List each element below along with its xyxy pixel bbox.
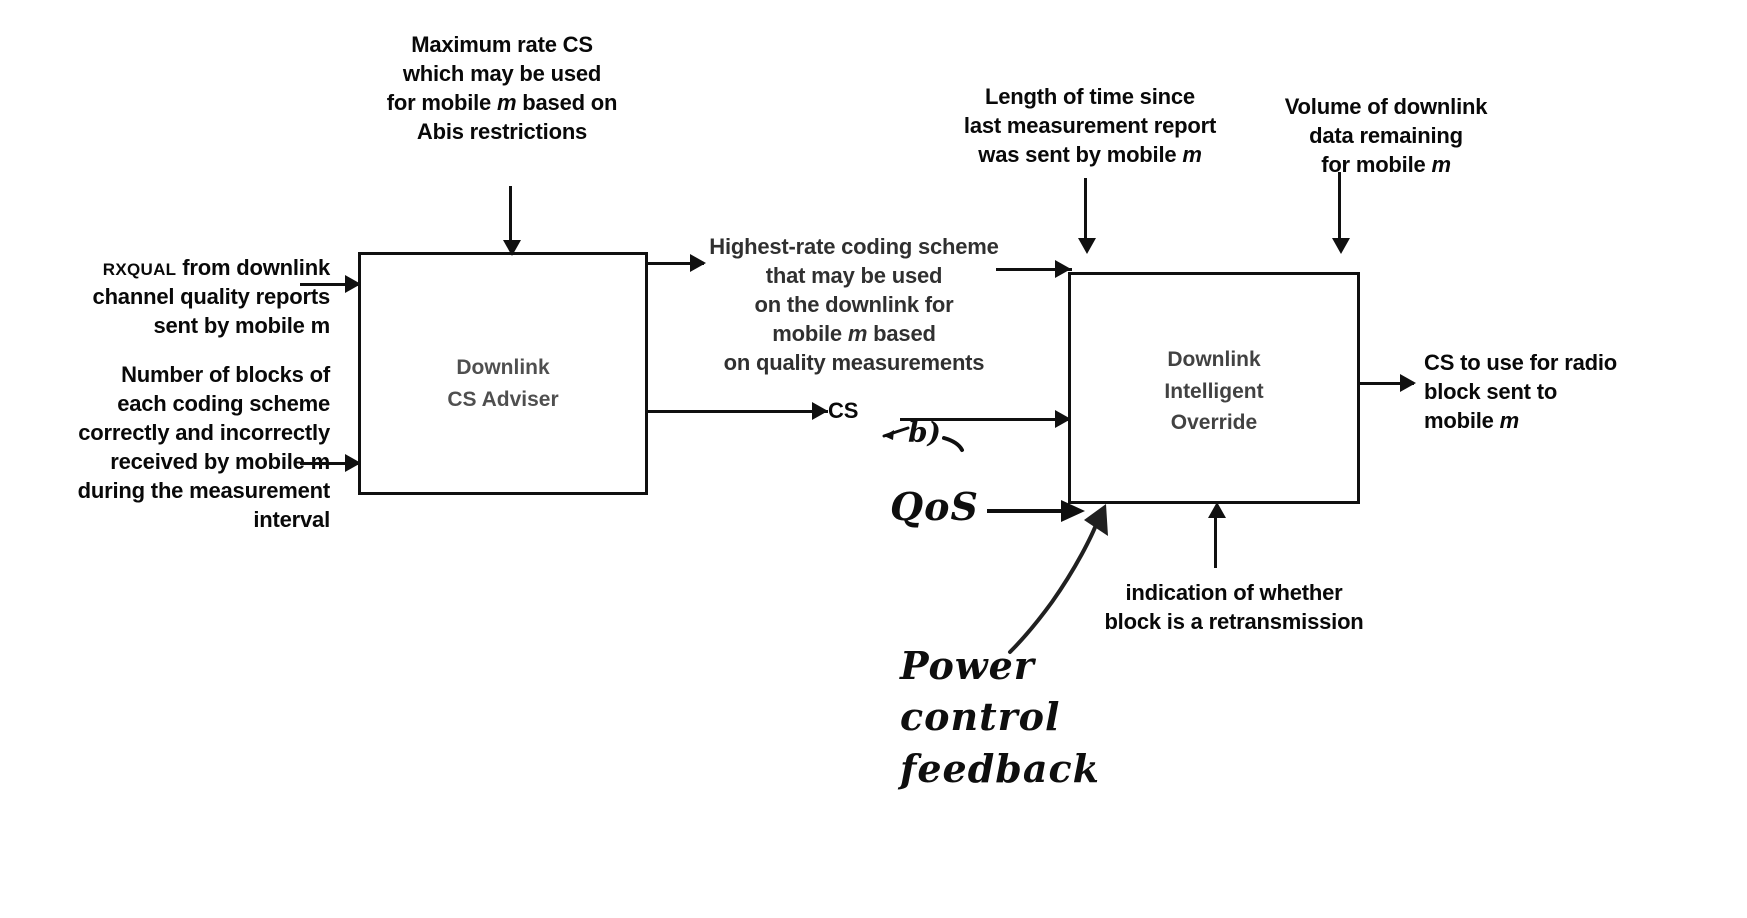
- svg-text:b): b): [908, 416, 941, 449]
- output-label-cs-to-use: CS to use for radio block sent to mobile…: [1424, 350, 1617, 434]
- input-label-time-since-last-report: Length of time since last measurement re…: [963, 84, 1217, 168]
- connector-data-remaining-down: [1338, 172, 1341, 240]
- input-label-rxqual: RXQUAL from downlink channel quality rep…: [20, 253, 331, 340]
- arrow-cs-out-right: [812, 402, 828, 420]
- connector-abis-to-cs-adviser: [509, 186, 512, 244]
- arrow-retransmission-up: [1208, 502, 1226, 518]
- arrow-time-since-report-down: [1078, 238, 1096, 254]
- box-downlink-cs-adviser-label: Downlink CS Adviser: [447, 356, 559, 411]
- block-counts-text: Number of blocks of each coding scheme c…: [77, 362, 331, 533]
- flow-label-highest-rate-coding-scheme: Highest-rate coding scheme that may be u…: [709, 234, 999, 376]
- box-downlink-intelligent-override-label: Downlink Intelligent Override: [1164, 348, 1264, 434]
- diagram-canvas: Maximum rate CS which may be used for mo…: [0, 0, 1747, 918]
- rxqual-smallcaps: RXQUAL: [102, 260, 177, 279]
- input-label-retransmission-indication: indication of whether block is a retrans…: [1104, 580, 1364, 635]
- arrow-data-remaining-down: [1332, 238, 1350, 254]
- annotation-b-marker-arrow: b): [882, 416, 964, 452]
- annotation-qos-label: QoS: [890, 484, 979, 529]
- input-label-downlink-data-remaining: Volume of downlink data remaining for mo…: [1284, 94, 1488, 178]
- annotation-power-control-feedback-label: Power control feedback: [900, 643, 1100, 791]
- connector-time-since-report-down: [1084, 178, 1087, 240]
- input-label-abis-restrictions: Maximum rate CS which may be used for mo…: [386, 32, 618, 145]
- connector-retransmission-up: [1214, 516, 1217, 568]
- arrow-output-right: [1400, 374, 1416, 392]
- input-label-block-counts: Number of blocks of each coding scheme c…: [18, 360, 331, 534]
- connector-cs-adviser-cs-out: [648, 410, 828, 413]
